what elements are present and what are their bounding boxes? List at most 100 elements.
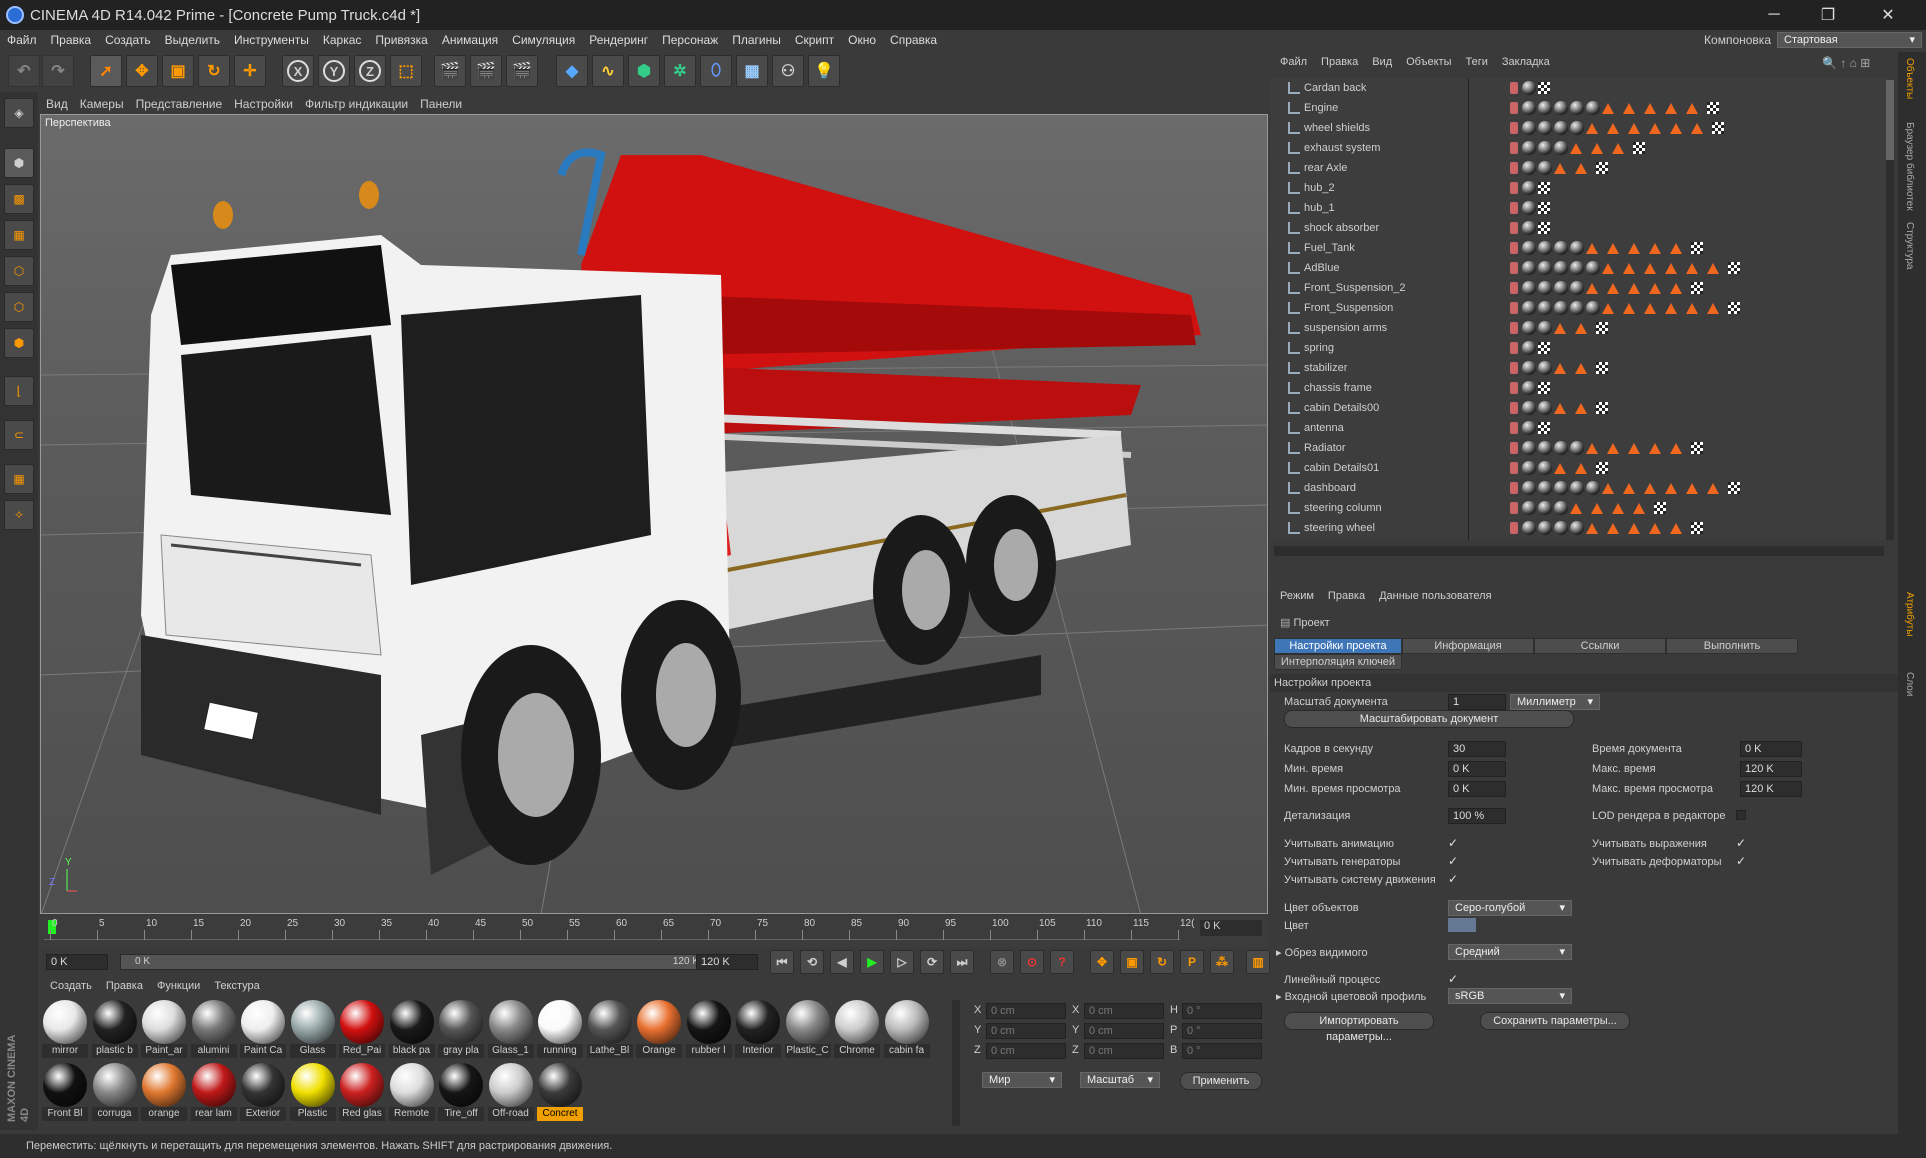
- points-mode-icon[interactable]: ⬡: [4, 256, 34, 286]
- texture-mode-icon[interactable]: ▩: [4, 184, 34, 214]
- object-row[interactable]: wheel shields: [1278, 118, 1798, 138]
- material-tag-icon[interactable]: [1538, 301, 1552, 315]
- texture-tag-icon[interactable]: [1586, 442, 1598, 454]
- array-icon[interactable]: ✲: [664, 55, 696, 87]
- material-swatch[interactable]: rubber l: [685, 1000, 732, 1060]
- keyframe-selection-icon[interactable]: ?: [1050, 950, 1074, 974]
- tab-execute[interactable]: Выполнить: [1666, 638, 1798, 654]
- material-tag-icon[interactable]: [1570, 121, 1584, 135]
- object-row[interactable]: cabin Details00: [1278, 398, 1798, 418]
- use-anim-checkbox[interactable]: ✓: [1448, 836, 1458, 850]
- menu-item[interactable]: Каркас: [316, 33, 369, 47]
- goto-end-icon[interactable]: ⏭: [950, 950, 974, 974]
- visibility-dot-icon[interactable]: [1510, 222, 1518, 234]
- workplane-icon[interactable]: ▦: [4, 220, 34, 250]
- object-row[interactable]: Radiator: [1278, 438, 1798, 458]
- model-mode-icon[interactable]: ⬢: [4, 148, 34, 178]
- texture-tag-icon[interactable]: [1707, 482, 1719, 494]
- texture-tag-icon[interactable]: [1649, 122, 1661, 134]
- visibility-dot-icon[interactable]: [1510, 262, 1518, 274]
- doc-scale-field[interactable]: 1: [1448, 694, 1506, 710]
- material-tag-icon[interactable]: [1570, 441, 1584, 455]
- texture-tag-icon[interactable]: [1633, 502, 1645, 514]
- texture-tag-icon[interactable]: [1554, 322, 1566, 334]
- material-scrollbar[interactable]: [952, 1000, 960, 1126]
- material-tag-icon[interactable]: [1538, 141, 1552, 155]
- material-tag-icon[interactable]: [1538, 401, 1552, 415]
- menu-item[interactable]: Создать: [98, 33, 158, 47]
- material-tag-icon[interactable]: [1554, 301, 1568, 315]
- material-swatch[interactable]: mirror: [42, 1000, 88, 1060]
- right-tab[interactable]: Структура: [1904, 222, 1915, 269]
- tab-project-settings[interactable]: Настройки проекта: [1274, 638, 1402, 654]
- tab-references[interactable]: Ссылки: [1534, 638, 1666, 654]
- texture-tag-icon[interactable]: [1602, 262, 1614, 274]
- material-tag-icon[interactable]: [1538, 361, 1552, 375]
- doc-unit-dropdown[interactable]: Миллиметр ▾: [1510, 694, 1600, 710]
- phong-tag-icon[interactable]: [1538, 82, 1550, 94]
- material-swatch[interactable]: Concret: [537, 1063, 583, 1123]
- phong-tag-icon[interactable]: [1691, 282, 1703, 294]
- texture-tag-icon[interactable]: [1649, 242, 1661, 254]
- floor-icon[interactable]: ▦: [736, 55, 768, 87]
- material-tag-icon[interactable]: [1554, 241, 1568, 255]
- object-row[interactable]: shock absorber: [1278, 218, 1798, 238]
- attribute-menu-item[interactable]: Данные пользователя: [1379, 590, 1491, 602]
- texture-tag-icon[interactable]: [1665, 262, 1677, 274]
- object-row[interactable]: antenna: [1278, 418, 1798, 438]
- lod-checkbox[interactable]: [1736, 810, 1746, 820]
- cube-icon[interactable]: ◆: [556, 55, 588, 87]
- scale-tool-icon[interactable]: ▣: [162, 55, 194, 87]
- material-tag-icon[interactable]: [1522, 441, 1536, 455]
- material-swatch[interactable]: Paint_ar: [141, 1000, 187, 1060]
- timeline-ruler[interactable]: [44, 918, 1180, 940]
- visibility-dot-icon[interactable]: [1510, 242, 1518, 254]
- key-pla-icon[interactable]: ⁂: [1210, 950, 1234, 974]
- menu-item[interactable]: Рендеринг: [582, 33, 655, 47]
- tab-key-interpolation[interactable]: Интерполяция ключей: [1274, 654, 1402, 670]
- material-swatch[interactable]: Exterior: [240, 1063, 286, 1123]
- axis-y-button[interactable]: Y: [318, 55, 350, 87]
- visibility-dot-icon[interactable]: [1510, 322, 1518, 334]
- coord-field[interactable]: 0 cm: [1084, 1023, 1164, 1039]
- key-position-icon[interactable]: ✥: [1090, 950, 1114, 974]
- record-keys-icon[interactable]: ⊗: [990, 950, 1014, 974]
- viewport-menu-item[interactable]: Камеры: [74, 97, 130, 111]
- texture-tag-icon[interactable]: [1575, 402, 1587, 414]
- phong-tag-icon[interactable]: [1728, 482, 1740, 494]
- visibility-dot-icon[interactable]: [1510, 422, 1518, 434]
- edges-mode-icon[interactable]: ⬡: [4, 292, 34, 322]
- phong-tag-icon[interactable]: [1538, 182, 1550, 194]
- max-time-field[interactable]: 120 K: [1740, 761, 1802, 777]
- undo-icon[interactable]: ↶: [8, 55, 40, 87]
- texture-tag-icon[interactable]: [1602, 102, 1614, 114]
- texture-tag-icon[interactable]: [1628, 522, 1640, 534]
- menu-item[interactable]: Плагины: [725, 33, 788, 47]
- texture-tag-icon[interactable]: [1686, 262, 1698, 274]
- material-tag-icon[interactable]: [1570, 281, 1584, 295]
- goto-start-icon[interactable]: ⏮: [770, 950, 794, 974]
- object-row[interactable]: suspension arms: [1278, 318, 1798, 338]
- texture-tag-icon[interactable]: [1649, 282, 1661, 294]
- material-tag-icon[interactable]: [1538, 321, 1552, 335]
- material-swatch[interactable]: Orange: [636, 1000, 682, 1060]
- phong-tag-icon[interactable]: [1596, 322, 1608, 334]
- material-tag-icon[interactable]: [1570, 521, 1584, 535]
- texture-tag-icon[interactable]: [1623, 102, 1635, 114]
- phong-tag-icon[interactable]: [1596, 402, 1608, 414]
- texture-tag-icon[interactable]: [1602, 482, 1614, 494]
- material-tag-icon[interactable]: [1522, 241, 1536, 255]
- texture-tag-icon[interactable]: [1670, 282, 1682, 294]
- material-tag-icon[interactable]: [1522, 101, 1536, 115]
- texture-tag-icon[interactable]: [1665, 482, 1677, 494]
- preview-range-slider[interactable]: 0 K 120 K: [120, 954, 712, 970]
- material-tag-icon[interactable]: [1570, 481, 1584, 495]
- next-frame-icon[interactable]: ▷: [890, 950, 914, 974]
- object-row[interactable]: Front_Suspension: [1278, 298, 1798, 318]
- texture-tag-icon[interactable]: [1607, 282, 1619, 294]
- visibility-dot-icon[interactable]: [1510, 522, 1518, 534]
- menu-item[interactable]: Симуляция: [505, 33, 582, 47]
- maximize-button[interactable]: ❐: [1804, 0, 1852, 30]
- phong-tag-icon[interactable]: [1712, 122, 1724, 134]
- world-dropdown[interactable]: Мир ▾: [982, 1072, 1062, 1088]
